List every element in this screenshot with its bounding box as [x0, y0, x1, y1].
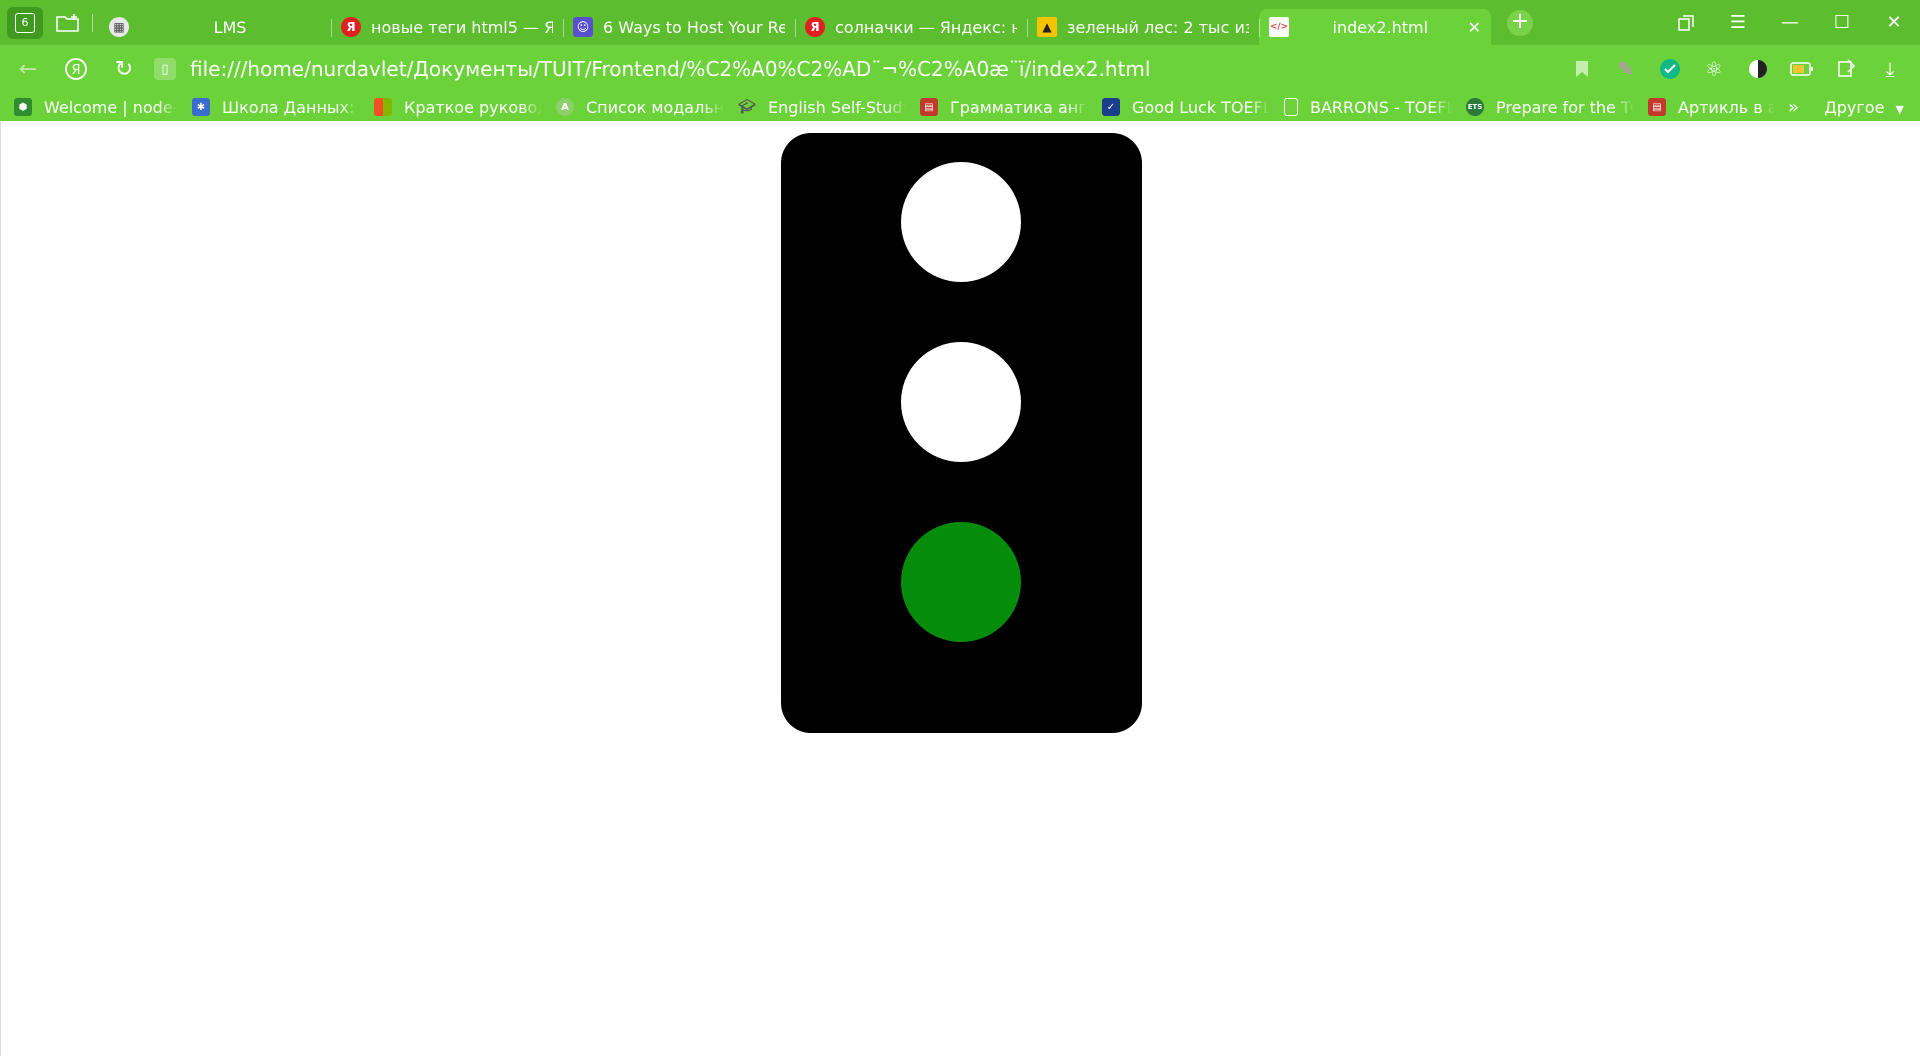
new-tab-button[interactable]: +: [1507, 9, 1533, 36]
other-bookmarks-button[interactable]: Другое ▼: [1824, 98, 1904, 117]
window-controls: ☰ — ☐ ✕: [1660, 0, 1920, 45]
bookmark-label: Prepare for the TC: [1496, 97, 1634, 117]
book-icon: ▤: [920, 98, 938, 116]
bookmark-item[interactable]: A Список модальнь: [542, 93, 724, 121]
yandex-icon: Я: [341, 17, 361, 37]
other-bookmarks-label: Другое: [1824, 97, 1885, 117]
dark-mode-icon[interactable]: [1736, 49, 1780, 89]
url-field[interactable]: ▯ file:///home/nurdavlet/Документы/TUIT/…: [154, 57, 1560, 81]
lms-icon: ▦: [109, 17, 129, 37]
shield-check-icon[interactable]: [1648, 49, 1692, 89]
tab-title: 6 Ways to Host Your Reac: [603, 17, 785, 37]
file-icon: ▯: [154, 58, 176, 80]
tab-host-react[interactable]: ☺ 6 Ways to Host Your Reac: [563, 9, 795, 45]
graduation-cap-icon: 🎓︎: [738, 99, 756, 115]
reload-button[interactable]: ↻: [104, 49, 144, 89]
yandex-logo-icon: Я: [65, 58, 87, 80]
book-icon: ▤: [1648, 98, 1666, 116]
node-icon: ⬢: [14, 98, 32, 116]
html-file-icon: </>: [1269, 17, 1289, 37]
bookmark-item[interactable]: ▤ Артикль в а: [1634, 93, 1774, 121]
bookmark-label: Краткое руковод: [404, 97, 542, 117]
tab-yandex-search[interactable]: Я солначки — Яндекс: наш: [795, 9, 1027, 45]
bookmark-item[interactable]: Краткое руковод: [360, 93, 542, 121]
letter-a-icon: A: [556, 98, 574, 116]
tab-yandex-html5[interactable]: Я новые теги html5 — Янд: [331, 9, 563, 45]
bookmark-item[interactable]: ▤ Грамматика англ: [906, 93, 1088, 121]
bookmark-item[interactable]: ETS Prepare for the TC: [1452, 93, 1634, 121]
bookmarks-bar: ⬢ Welcome | node-j ✱ Школа Данных: к Кра…: [0, 93, 1920, 121]
arrow-left-icon: ←: [18, 56, 38, 82]
tab-index2[interactable]: </> index2.html ✕: [1259, 9, 1491, 45]
traffic-light: [781, 133, 1142, 733]
folder-plus-icon: [56, 13, 79, 32]
maximize-icon[interactable]: ☐: [1816, 0, 1868, 45]
tab-count: 6: [15, 12, 35, 33]
traffic-lamp-bottom: [901, 522, 1021, 642]
tab-counter-button[interactable]: 6: [7, 6, 43, 39]
bookmark-label: BARRONS - TOEFL: [1310, 97, 1452, 117]
tab-title: солначки — Яндекс: наш: [835, 17, 1017, 37]
battery-icon[interactable]: [1780, 49, 1824, 89]
tab-title: новые теги html5 — Янд: [371, 17, 553, 37]
traffic-lamp-middle: [901, 342, 1021, 462]
ets-icon: ETS: [1466, 98, 1484, 116]
microsoft-icon: [374, 98, 392, 116]
tab-strip: 6 ▦ LMS Я новые теги html5 — Янд ☺ 6 Way…: [0, 0, 1920, 45]
bookmark-item[interactable]: 🎓︎ English Self-Study: [724, 93, 906, 121]
traffic-lamp-top: [901, 162, 1021, 282]
menu-icon[interactable]: ☰: [1712, 0, 1764, 45]
bookmark-label: Список модальнь: [586, 97, 724, 117]
reload-icon: ↻: [114, 56, 134, 82]
address-bar: ← Я ↻ ▯ file:///home/nurdavlet/Документы…: [0, 45, 1920, 93]
page-viewport: [0, 121, 1920, 1056]
bookmark-label: Грамматика англ: [950, 97, 1088, 117]
yandex-icon: Я: [805, 17, 825, 37]
chevron-double-right-icon[interactable]: »: [1788, 97, 1814, 118]
document-icon: [1284, 98, 1298, 116]
yandex-home-button[interactable]: Я: [56, 49, 96, 89]
extensions-row: ✎ ⚛ ⤓: [1560, 49, 1912, 89]
bookmark-label: Good Luck TOEFL: [1132, 97, 1270, 117]
pen-extension-icon[interactable]: ✎: [1604, 49, 1648, 89]
download-icon[interactable]: ⤓: [1868, 49, 1912, 89]
bookmark-item[interactable]: ⬢ Welcome | node-j: [0, 93, 178, 121]
checkbox-icon: ✓: [1102, 98, 1120, 116]
new-tab-group-button[interactable]: [50, 7, 86, 39]
minimize-icon[interactable]: —: [1764, 0, 1816, 45]
back-button[interactable]: ←: [8, 49, 48, 89]
tab-green-forest[interactable]: ▲ зеленый лес: 2 тыс изоб: [1027, 9, 1259, 45]
tab-separator: [92, 13, 93, 32]
data-school-icon: ✱: [192, 98, 210, 116]
close-window-icon[interactable]: ✕: [1868, 0, 1920, 45]
bookmark-label: Школа Данных: к: [222, 97, 360, 117]
tab-title: LMS: [213, 17, 247, 37]
tab-lms[interactable]: ▦ LMS: [99, 9, 331, 45]
svg-text:Я: Я: [71, 63, 80, 78]
tab-title: зеленый лес: 2 тыс изоб: [1067, 17, 1249, 37]
bookmark-label: Welcome | node-j: [44, 97, 178, 117]
collections-icon[interactable]: [1660, 0, 1712, 45]
tab-title: index2.html: [1332, 17, 1429, 37]
bookmark-item[interactable]: ✓ Good Luck TOEFL: [1088, 93, 1270, 121]
caret-down-icon: ▼: [1895, 102, 1904, 116]
avatar-icon: ☺: [573, 17, 593, 37]
image-icon: ▲: [1037, 17, 1057, 37]
bookmark-icon[interactable]: [1560, 49, 1604, 89]
bookmark-label: English Self-Study: [768, 97, 906, 117]
close-tab-icon[interactable]: ✕: [1468, 18, 1481, 37]
react-icon[interactable]: ⚛: [1692, 49, 1736, 89]
bookmark-item[interactable]: BARRONS - TOEFL: [1270, 93, 1452, 121]
bookmark-item[interactable]: ✱ Школа Данных: к: [178, 93, 360, 121]
url-text[interactable]: file:///home/nurdavlet/Документы/TUIT/Fr…: [190, 57, 1150, 81]
bookmark-label: Артикль в а: [1678, 97, 1774, 117]
notes-icon[interactable]: [1824, 49, 1868, 89]
